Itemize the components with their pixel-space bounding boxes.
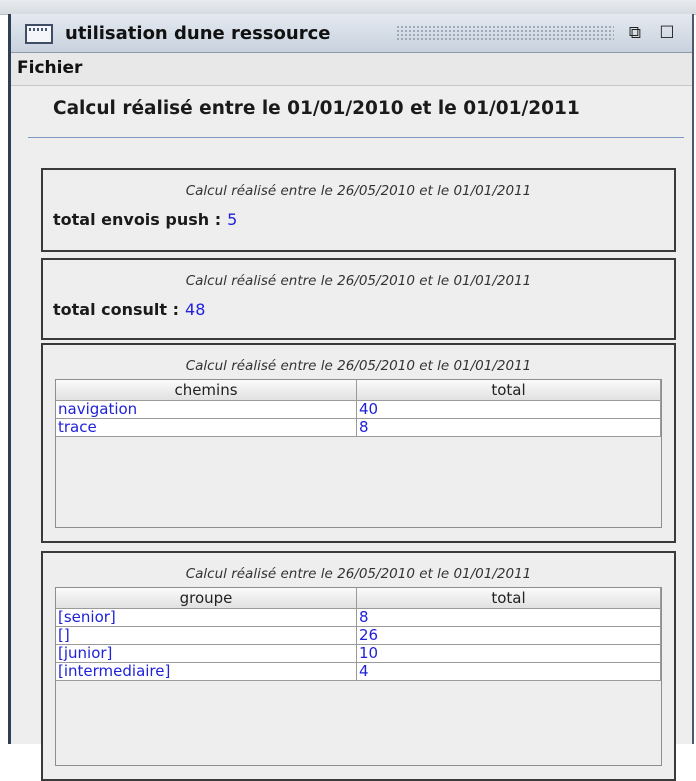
cell-total[interactable]: 10 xyxy=(356,644,661,663)
consult-label: total consult : xyxy=(53,300,180,319)
app-window: utilisation dune ressource ⧉ ☐ Fichier C… xyxy=(8,14,694,781)
consult-metric: total consult : 48 xyxy=(53,300,205,319)
column-header-total[interactable]: total xyxy=(356,588,661,609)
cell-chemin[interactable]: trace xyxy=(56,418,357,437)
groupe-panel: Calcul réalisé entre le 26/05/2010 et le… xyxy=(41,551,676,781)
table-row[interactable]: [] 26 xyxy=(56,626,661,645)
groupe-table[interactable]: groupe total [senior] 8 [] 26 [junior] 1… xyxy=(55,587,662,766)
cell-groupe[interactable]: [junior] xyxy=(56,644,357,663)
cell-chemin[interactable]: navigation xyxy=(56,400,357,419)
content-area: Calcul réalisé entre le 01/01/2010 et le… xyxy=(11,86,692,781)
consult-value: 48 xyxy=(185,300,206,319)
cell-total[interactable]: 40 xyxy=(356,400,661,419)
title-grip xyxy=(396,25,614,41)
table-header-row: groupe total xyxy=(56,588,661,609)
cell-total[interactable]: 8 xyxy=(356,608,661,627)
consult-panel: Calcul réalisé entre le 26/05/2010 et le… xyxy=(41,258,676,340)
cell-groupe[interactable]: [senior] xyxy=(56,608,357,627)
push-value: 5 xyxy=(227,210,238,229)
table-row[interactable]: [junior] 10 xyxy=(56,644,661,663)
menu-bar: Fichier xyxy=(11,53,692,86)
push-label: total envois push : xyxy=(53,210,222,229)
main-heading: Calcul réalisé entre le 01/01/2010 et le… xyxy=(53,98,580,119)
menu-fichier[interactable]: Fichier xyxy=(17,58,82,78)
cell-groupe[interactable]: [intermediaire] xyxy=(56,662,357,681)
cell-total[interactable]: 26 xyxy=(356,626,661,645)
chemins-subtitle: Calcul réalisé entre le 26/05/2010 et le… xyxy=(185,358,532,374)
table-row[interactable]: navigation 40 xyxy=(56,400,661,419)
window-title: utilisation dune ressource xyxy=(65,23,331,44)
column-header-total[interactable]: total xyxy=(356,380,661,401)
desktop-strip xyxy=(0,0,696,15)
heading-divider xyxy=(28,137,684,138)
cell-total[interactable]: 4 xyxy=(356,662,661,681)
title-bar[interactable]: utilisation dune ressource ⧉ ☐ xyxy=(11,14,692,53)
cell-total[interactable]: 8 xyxy=(356,418,661,437)
chemins-panel: Calcul réalisé entre le 26/05/2010 et le… xyxy=(41,343,676,543)
table-row[interactable]: [senior] 8 xyxy=(56,608,661,627)
table-header-row: chemins total xyxy=(56,380,661,401)
consult-subtitle: Calcul réalisé entre le 26/05/2010 et le… xyxy=(185,273,532,289)
restore-icon[interactable]: ⧉ xyxy=(622,22,648,44)
column-header-chemins[interactable]: chemins xyxy=(56,380,357,401)
groupe-subtitle: Calcul réalisé entre le 26/05/2010 et le… xyxy=(185,566,532,582)
chemins-table[interactable]: chemins total navigation 40 trace 8 xyxy=(55,379,662,528)
maximize-icon[interactable]: ☐ xyxy=(654,22,680,44)
push-panel: Calcul réalisé entre le 26/05/2010 et le… xyxy=(41,168,676,252)
table-row[interactable]: [intermediaire] 4 xyxy=(56,662,661,681)
window-icon xyxy=(25,24,53,44)
desktop: utilisation dune ressource ⧉ ☐ Fichier C… xyxy=(0,0,696,781)
cell-groupe[interactable]: [] xyxy=(56,626,357,645)
push-subtitle: Calcul réalisé entre le 26/05/2010 et le… xyxy=(185,183,532,199)
column-header-groupe[interactable]: groupe xyxy=(56,588,357,609)
push-metric: total envois push : 5 xyxy=(53,210,237,229)
table-row[interactable]: trace 8 xyxy=(56,418,661,437)
